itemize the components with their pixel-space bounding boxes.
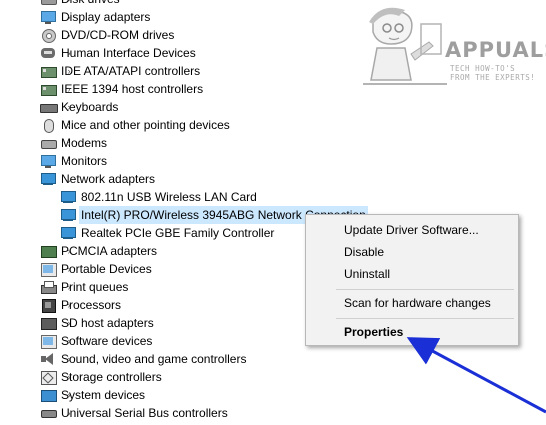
menu-separator xyxy=(336,318,514,319)
chevron-right-icon[interactable]: › xyxy=(64,332,74,350)
tree-item-hid[interactable]: › Human Interface Devices xyxy=(40,44,196,62)
modem-icon xyxy=(40,136,57,150)
chevron-right-icon[interactable]: › xyxy=(64,350,74,368)
chevron-right-icon[interactable]: › xyxy=(64,98,74,116)
tree-item-storage-controllers[interactable]: › Storage controllers xyxy=(40,368,162,386)
tree-item-label: IDE ATA/ATAPI controllers xyxy=(61,64,201,78)
appuals-watermark: APPUALS TECH HOW-TO'S FROM THE EXPERTS! xyxy=(355,2,546,100)
pcmcia-icon xyxy=(40,244,57,258)
mouse-icon xyxy=(40,118,56,133)
network-adapter-icon xyxy=(40,172,56,186)
tree-item-portable-devices[interactable]: › Portable Devices xyxy=(40,260,152,278)
tree-item-display-adapters[interactable]: › Display adapters xyxy=(40,8,150,26)
tree-item-label: DVD/CD-ROM drives xyxy=(61,28,175,42)
chevron-right-icon[interactable]: › xyxy=(64,152,74,170)
system-device-icon xyxy=(40,388,57,402)
tree-item-network-adapters[interactable]: ⌄ Network adapters xyxy=(40,170,155,188)
ide-controller-icon xyxy=(40,64,57,78)
network-adapter-icon xyxy=(60,226,76,240)
tree-item-software-devices[interactable]: › Software devices xyxy=(40,332,152,350)
menu-item-uninstall[interactable]: Uninstall xyxy=(344,265,390,283)
mascot-icon xyxy=(363,7,447,85)
tree-item-ide-controllers[interactable]: › IDE ATA/ATAPI controllers xyxy=(40,62,200,80)
chevron-right-icon[interactable]: › xyxy=(64,404,74,422)
tree-item-usb-controllers[interactable]: › Universal Serial Bus controllers xyxy=(40,404,228,422)
tree-item-dvd-drives[interactable]: › DVD/CD-ROM drives xyxy=(40,26,174,44)
keyboard-icon xyxy=(40,100,58,114)
tree-item-modems[interactable]: › Modems xyxy=(40,134,107,152)
tree-item-label: Universal Serial Bus controllers xyxy=(61,406,228,420)
chevron-right-icon[interactable]: › xyxy=(64,242,74,260)
tree-item-label: SD host adapters xyxy=(61,316,154,330)
chevron-right-icon[interactable]: › xyxy=(64,26,74,44)
tree-item-system-devices[interactable]: › System devices xyxy=(40,386,145,404)
hid-icon xyxy=(40,46,56,60)
chevron-right-icon[interactable]: › xyxy=(64,260,74,278)
tree-item-disk-drives[interactable]: › Disk drives xyxy=(40,0,120,8)
chevron-right-icon[interactable]: › xyxy=(64,386,74,404)
network-adapter-icon xyxy=(60,190,76,204)
chevron-right-icon[interactable]: › xyxy=(64,8,74,26)
usb-icon xyxy=(40,406,57,420)
tree-item-label: Storage controllers xyxy=(61,370,162,384)
tree-item-pcmcia[interactable]: › PCMCIA adapters xyxy=(40,242,157,260)
tree-item-label: Mice and other pointing devices xyxy=(61,118,230,132)
chevron-right-icon[interactable]: › xyxy=(64,44,74,62)
chevron-right-icon[interactable]: › xyxy=(64,314,74,332)
disk-drive-icon xyxy=(40,0,57,6)
tree-item-label: IEEE 1394 host controllers xyxy=(61,82,204,96)
chevron-right-icon[interactable]: › xyxy=(64,368,74,386)
chevron-right-icon[interactable]: › xyxy=(64,62,74,80)
tree-item-label: Software devices xyxy=(61,334,153,348)
tree-item-label: PCMCIA adapters xyxy=(61,244,158,258)
tree-child-usb-wireless[interactable]: 802.11n USB Wireless LAN Card xyxy=(60,188,257,206)
tree-item-print-queues[interactable]: › Print queues xyxy=(40,278,128,296)
software-device-icon xyxy=(40,334,57,349)
menu-item-properties[interactable]: Properties xyxy=(344,323,403,341)
tree-item-sound[interactable]: › Sound, video and game controllers xyxy=(40,350,246,368)
tree-item-label: Realtek PCIe GBE Family Controller xyxy=(81,226,275,240)
menu-item-disable[interactable]: Disable xyxy=(344,243,384,261)
chevron-right-icon[interactable]: › xyxy=(64,134,74,152)
tree-item-processors[interactable]: › Processors xyxy=(40,296,121,314)
tree-item-label: Display adapters xyxy=(61,10,151,24)
storage-controller-icon xyxy=(40,370,57,385)
context-menu: Update Driver Software... Disable Uninst… xyxy=(305,214,519,346)
watermark-tagline: TECH HOW-TO'S FROM THE EXPERTS! xyxy=(450,64,536,82)
chevron-right-icon[interactable]: › xyxy=(64,80,74,98)
tree-item-label: Sound, video and game controllers xyxy=(61,352,247,366)
tree-item-sd-host[interactable]: › SD host adapters xyxy=(40,314,154,332)
menu-separator xyxy=(336,289,514,290)
tree-item-label: 802.11n USB Wireless LAN Card xyxy=(81,190,257,204)
chevron-right-icon[interactable]: › xyxy=(64,116,74,134)
display-adapter-icon xyxy=(40,10,56,24)
dvd-drive-icon xyxy=(40,28,56,43)
tree-item-keyboards[interactable]: › Keyboards xyxy=(40,98,118,116)
chevron-right-icon[interactable]: › xyxy=(64,278,74,296)
chevron-right-icon[interactable]: › xyxy=(64,0,74,8)
tree-child-realtek[interactable]: Realtek PCIe GBE Family Controller xyxy=(60,224,274,242)
tree-item-label: Network adapters xyxy=(61,172,156,186)
network-adapter-icon xyxy=(60,208,76,222)
tree-item-monitors[interactable]: › Monitors xyxy=(40,152,107,170)
menu-item-update-driver[interactable]: Update Driver Software... xyxy=(344,221,479,239)
monitor-icon xyxy=(40,154,56,168)
menu-item-scan-hardware[interactable]: Scan for hardware changes xyxy=(344,294,491,312)
portable-device-icon xyxy=(40,262,57,277)
processor-icon xyxy=(40,298,56,313)
watermark-brand: APPUALS xyxy=(445,38,546,62)
tree-item-mice[interactable]: › Mice and other pointing devices xyxy=(40,116,230,134)
printer-icon xyxy=(40,280,57,294)
sound-icon xyxy=(40,352,56,366)
tree-item-ieee1394[interactable]: › IEEE 1394 host controllers xyxy=(40,80,203,98)
chevron-down-icon[interactable]: ⌄ xyxy=(64,170,74,188)
sd-host-icon xyxy=(40,316,57,330)
chevron-right-icon[interactable]: › xyxy=(64,296,74,314)
tree-item-label: Portable Devices xyxy=(61,262,152,276)
tree-item-label: Human Interface Devices xyxy=(61,46,196,60)
ieee1394-icon xyxy=(40,82,57,96)
